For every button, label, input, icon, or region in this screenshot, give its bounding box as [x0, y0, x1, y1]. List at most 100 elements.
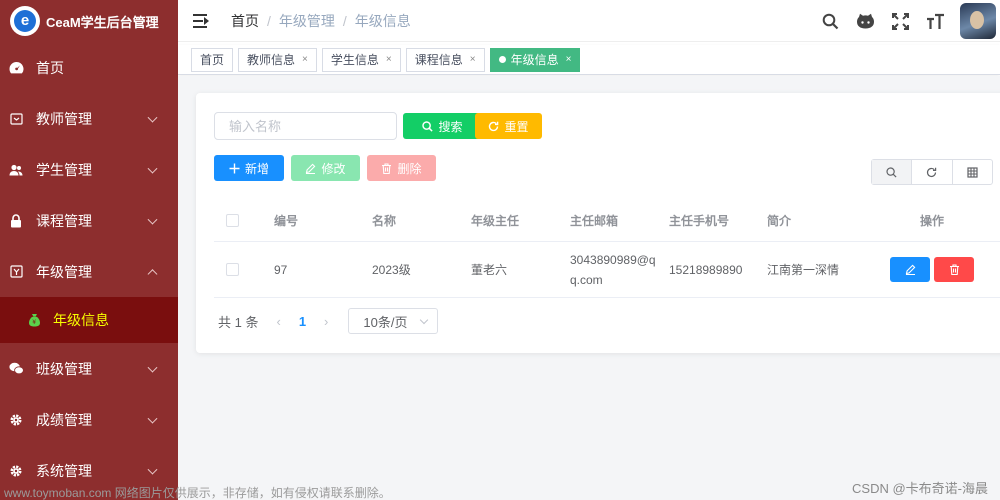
sidebar-item-score[interactable]: 成绩管理 — [0, 394, 178, 445]
sidebar-item-label: 学生管理 — [36, 161, 92, 178]
sidebar-item-label: 成绩管理 — [36, 411, 92, 428]
tag-label: 教师信息 — [247, 53, 296, 67]
next-page-button[interactable]: › — [324, 314, 328, 329]
sidebar-item-label: 系统管理 — [36, 462, 92, 479]
grid-icon — [967, 166, 978, 178]
chevron-down-icon — [147, 464, 158, 475]
row-delete-button[interactable] — [934, 257, 974, 282]
tag-home[interactable]: 首页 — [191, 47, 234, 72]
column-header: 主任邮箱 — [570, 213, 619, 228]
page-size-select[interactable]: 10条/页 — [348, 308, 439, 334]
fullscreen-icon[interactable] — [890, 11, 910, 31]
tag-label: 年级信息 — [510, 53, 559, 67]
tag-grade-info[interactable]: 年级信息 × — [489, 47, 581, 72]
select-all-cell — [214, 214, 274, 227]
tags-view: 首页 教师信息 × 学生信息 × 课程信息 × 年级信息 × — [178, 45, 1000, 75]
sidebar-item-student[interactable]: 学生管理 — [0, 144, 178, 195]
chevron-down-icon — [420, 315, 429, 325]
active-dot-icon — [498, 56, 506, 63]
tag-label: 学生信息 — [330, 53, 379, 67]
column-header: 主任手机号 — [669, 214, 730, 228]
gear-icon — [8, 463, 24, 479]
chevron-down-icon — [147, 163, 158, 174]
cell-head: 董老六 — [471, 263, 508, 277]
tag-course-info[interactable]: 课程信息 × — [405, 47, 485, 72]
chevron-down-icon — [147, 362, 158, 373]
column-header: 年级主任 — [471, 214, 520, 228]
delete-button[interactable]: 删除 — [367, 155, 436, 181]
refresh-icon — [488, 121, 499, 132]
close-icon[interactable]: × — [386, 54, 392, 65]
sidebar-item-grade[interactable]: 年级管理 — [0, 246, 178, 297]
sidebar-item-label: 教师管理 — [36, 110, 92, 127]
reset-button[interactable]: 重置 — [475, 113, 542, 139]
prev-page-button[interactable]: ‹ — [276, 314, 280, 329]
sidebar-item-label: 年级管理 — [36, 263, 92, 280]
sidebar-item-class[interactable]: 班级管理 — [0, 343, 178, 394]
table-row[interactable]: 97 2023级 董老六 3043890989@qq.com 152189898… — [214, 242, 1000, 298]
row-checkbox[interactable] — [226, 263, 239, 276]
lock-icon — [8, 213, 24, 229]
search-button[interactable]: 搜索 — [403, 113, 482, 139]
github-icon[interactable] — [855, 11, 875, 31]
cell-intro: 江南第一深情 — [767, 263, 840, 277]
cell-phone: 15218989890 — [669, 262, 743, 277]
column-header: 名称 — [372, 214, 397, 228]
avatar[interactable] — [960, 3, 996, 39]
search-icon — [886, 166, 897, 178]
trash-icon — [381, 162, 392, 174]
page-size-value: 10条/页 — [363, 314, 408, 330]
gear-icon — [8, 412, 24, 428]
breadcrumb-item-grade-info: 年级信息 — [354, 12, 411, 29]
app-logo[interactable]: e CeaM学生后台管理 — [0, 0, 178, 42]
columns-button[interactable] — [953, 160, 992, 184]
chevron-down-icon — [147, 413, 158, 424]
sidebar-item-home[interactable]: 首页 — [0, 42, 178, 93]
tag-teacher-info[interactable]: 教师信息 × — [238, 47, 317, 72]
breadcrumb-separator: / — [342, 12, 347, 29]
refresh-button[interactable] — [912, 160, 953, 184]
current-page[interactable]: 1 — [299, 314, 306, 329]
font-size-icon[interactable] — [925, 11, 945, 31]
cell-email: 3043890989@qq.com — [570, 252, 656, 287]
close-icon[interactable]: × — [302, 54, 308, 65]
toggle-search-button[interactable] — [872, 160, 913, 184]
breadcrumb: 首页 / 年级管理 / 年级信息 — [231, 11, 411, 31]
delete-button-label: 删除 — [397, 161, 422, 176]
student-icon — [8, 162, 24, 178]
reset-button-label: 重置 — [504, 119, 529, 134]
sidebar-subitem-label: 年级信息 — [53, 312, 109, 328]
sidebar-item-teacher[interactable]: 教师管理 — [0, 93, 178, 144]
chevron-up-icon — [147, 268, 158, 279]
chevron-down-icon — [147, 214, 158, 225]
close-icon[interactable]: × — [470, 54, 476, 65]
column-header: 操作 — [919, 214, 944, 228]
edit-icon — [905, 264, 915, 275]
plus-icon — [229, 163, 240, 174]
pagination: 共 1 条 ‹ 1 › 10条/页 — [218, 308, 439, 334]
grade-table: 编号 名称 年级主任 主任邮箱 主任手机号 简介 操作 97 2023级 董老六… — [214, 200, 1000, 298]
hamburger-icon[interactable] — [193, 13, 209, 28]
pagination-total: 共 1 条 — [218, 314, 259, 330]
row-edit-button[interactable] — [890, 257, 930, 282]
breadcrumb-item-home[interactable]: 首页 — [231, 11, 259, 31]
add-button[interactable]: 新增 — [214, 155, 284, 181]
add-button-label: 新增 — [244, 161, 269, 176]
sidebar-item-label: 班级管理 — [36, 360, 92, 377]
edit-button[interactable]: 修改 — [291, 155, 360, 181]
top-navbar: 首页 / 年级管理 / 年级信息 — [178, 0, 1000, 42]
watermark-right: CSDN @卡布奇诺-海晨 — [852, 481, 988, 496]
tag-student-info[interactable]: 学生信息 × — [321, 47, 401, 72]
tag-label: 首页 — [200, 53, 225, 67]
sidebar-item-course[interactable]: 课程管理 — [0, 195, 178, 246]
breadcrumb-separator: / — [267, 12, 271, 29]
sidebar-subitem-grade-info[interactable]: ¥ 年级信息 — [0, 297, 178, 343]
search-icon[interactable] — [820, 11, 840, 31]
sidebar-item-label: 首页 — [36, 59, 64, 76]
breadcrumb-item-grade: 年级管理 — [278, 12, 335, 29]
close-icon[interactable]: × — [566, 54, 572, 65]
select-all-checkbox[interactable] — [226, 214, 239, 227]
search-input[interactable] — [214, 112, 397, 140]
grade-icon — [8, 264, 24, 280]
logo-icon: e — [10, 6, 40, 36]
